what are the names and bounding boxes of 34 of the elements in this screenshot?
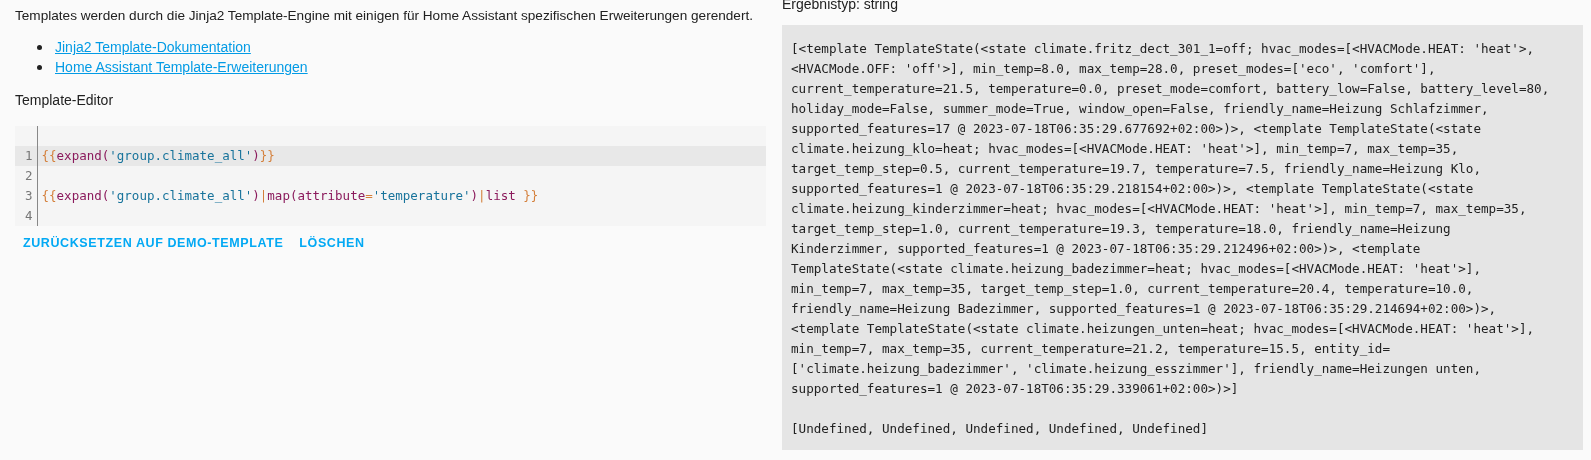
text-button[interactable]: LÖSCHEN — [291, 230, 373, 256]
line-number: 1 — [15, 146, 37, 166]
result-text: climate.heizung_klo=heat; hvac_modes=[<HVACMode.HEAT: 'heat'>], min_temp=7, max_temp=35, — [791, 140, 1460, 158]
result-text: supported_features=17 @ 2023-07-18T06:35:29.677692+02:00>)>, <template TemplateState(<state — [791, 120, 1482, 138]
result-text: [<template TemplateState(<state climate.fritz_dect_301_1=off; hvac_modes=[<HVACMode.HEAT: 'heat'>, — [791, 40, 1536, 58]
intro-text: Templates werden durch die Jinja2 Template-Engine mit einigen für Home Assistant spezifischen Erweiterungen gerendert. — [15, 7, 753, 25]
doc-link[interactable]: Jinja2 Template-Dokumentation — [55, 37, 251, 57]
bullet-icon — [37, 64, 42, 70]
result-text: min_temp=7, max_temp=35, target_temp_step=1.0, current_temperature=20.4, temperature=10.0, — [791, 280, 1475, 298]
result-text: min_temp=7, max_temp=35, current_temperature=21.2, temperature=15.5, entity_id= — [791, 340, 1391, 358]
bullet-icon — [37, 44, 42, 50]
result-text: [Undefined, Undefined, Undefined, Undefined, Undefined] — [791, 420, 1209, 438]
result-text: climate.heizung_kinderzimmer=heat; hvac_modes=[<HVACMode.HEAT: 'heat'>], min_temp=7, max_temp=35, — [791, 200, 1528, 218]
result-text: ['climate.heizung_badezimmer', 'climate.heizung_esszimmer'], friendly_name=Heizungen unten, — [791, 360, 1482, 378]
code-line: {{expand('group.climate_all')}} — [41, 148, 275, 163]
result-text: TemplateState(<state climate.heizung_badezimmer=heat; hvac_modes=[<HVACMode.HEAT: 'heat'>], — [791, 260, 1482, 278]
result-text: target_temp_step=0.5, current_temperature=19.7, temperature=7.5, friendly_name=Heizung Klo, — [791, 160, 1482, 178]
result-text: Kinderzimmer, supported_features=1 @ 2023-07-18T06:35:29.212496+02:00>)>, <template — [791, 240, 1422, 258]
line-number: 2 — [24, 167, 34, 185]
result-text: <HVACMode.OFF: 'off'>], min_temp=8.0, max_temp=28.0, preset_modes=['eco', 'comfort'], — [791, 60, 1437, 78]
text-button[interactable]: ZURÜCKSETZEN AUF DEMO-TEMPLATE — [15, 230, 292, 256]
section-title: Template-Editor — [15, 91, 115, 109]
result-text: holiday_mode=False, summer_mode=True, window_open=False, friendly_name=Heizung Schlafzimmer, — [791, 100, 1490, 118]
doc-link[interactable]: Home Assistant Template-Erweiterungen — [55, 57, 308, 77]
result-text: target_temp_step=1.0, current_temperature=19.3, temperature=18.0, friendly_name=Heizung — [791, 220, 1452, 238]
line-number: 3 — [24, 187, 34, 205]
result-text: supported_features=1 @ 2023-07-18T06:35:29.339061+02:00>)>] — [791, 380, 1240, 398]
line-number: 4 — [24, 207, 34, 225]
result-text: friendly_name=Heizung Badezimmer, supported_features=1 @ 2023-07-18T06:35:29.214694+02:00>)>, — [791, 300, 1498, 318]
result-text: supported_features=1 @ 2023-07-18T06:35:29.218154+02:00>)>, <template TemplateState(<state — [791, 180, 1475, 198]
result-text: <template TemplateState(<state climate.heizungen_unten=heat; hvac_modes=[<HVACMode.HEAT: 'heat'>], — [791, 320, 1536, 338]
code-line: {{expand('group.climate_all')|map(attribute='temperature')|list }} — [41, 188, 539, 203]
result-text: current_temperature=21.5, temperature=0.0, preset_mode=comfort, battery_low=False, battery_level=80, — [791, 80, 1551, 98]
code-editor[interactable]: 1 2 3 4 {{expand('group.climate_all')}} {{expand('group.climate_all')|map(attribute='temperature')|list }} — [15, 126, 766, 226]
